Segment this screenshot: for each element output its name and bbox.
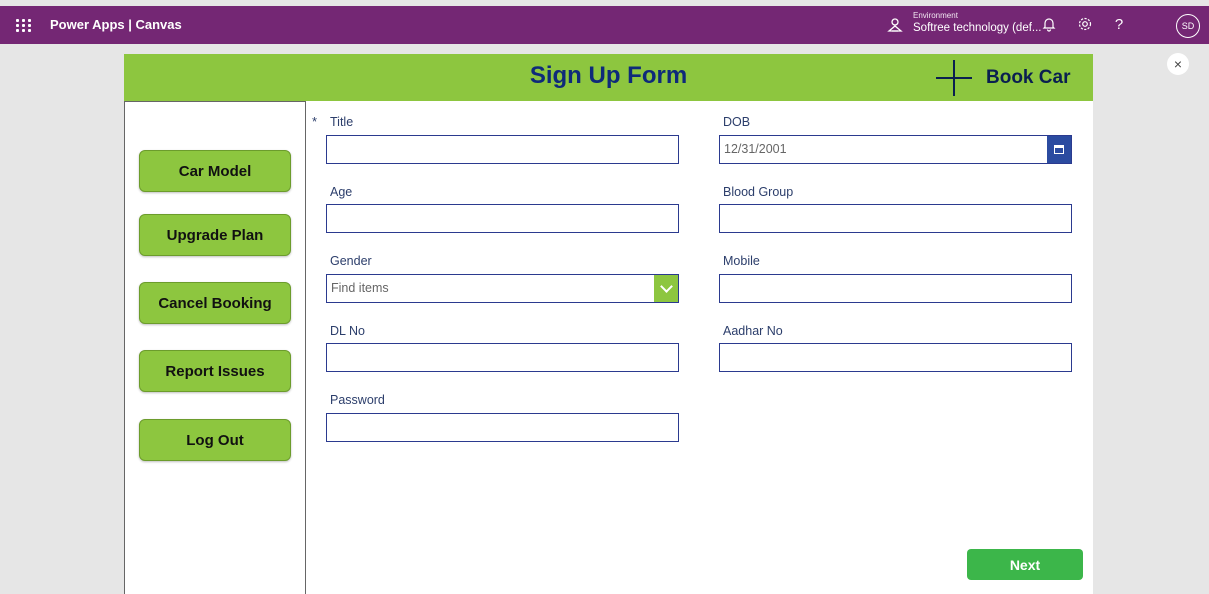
- sidebar: Car Model Upgrade Plan Cancel Booking Re…: [124, 101, 306, 594]
- gender-label: Gender: [330, 254, 372, 268]
- book-car-button[interactable]: Book Car: [936, 60, 1070, 96]
- dob-field[interactable]: 12/31/2001: [719, 135, 1072, 164]
- top-bar: Power Apps | Canvas Environment Softree …: [0, 6, 1209, 44]
- close-icon[interactable]: ×: [1167, 53, 1189, 75]
- blood-group-label: Blood Group: [723, 185, 794, 199]
- age-label: Age: [330, 185, 353, 199]
- aadhar-no-field[interactable]: [719, 343, 1072, 372]
- required-marker: *: [312, 114, 318, 129]
- environment-picker[interactable]: Environment Softree technology (def...: [913, 11, 1043, 35]
- gear-icon[interactable]: [1076, 15, 1094, 33]
- waffle-icon[interactable]: [14, 15, 34, 35]
- password-field[interactable]: [326, 413, 679, 442]
- mobile-label: Mobile: [723, 254, 760, 268]
- bell-icon[interactable]: [1040, 15, 1058, 33]
- app-canvas: Sign Up Form Book Car Car Model Upgrade …: [124, 54, 1093, 594]
- chevron-down-icon[interactable]: [654, 275, 678, 302]
- environment-icon[interactable]: [887, 17, 903, 33]
- dob-value: 12/31/2001: [724, 142, 787, 156]
- book-car-label: Book Car: [986, 67, 1071, 88]
- title-label: Title: [330, 115, 354, 129]
- gender-dropdown[interactable]: Find items: [326, 274, 679, 303]
- environment-label: Environment: [913, 11, 958, 20]
- car-model-button[interactable]: Car Model: [139, 150, 291, 192]
- mobile-field[interactable]: [719, 274, 1072, 303]
- plus-icon: [936, 60, 972, 96]
- title-field[interactable]: [326, 135, 679, 164]
- form-banner: Sign Up Form Book Car: [124, 54, 1093, 101]
- password-label: Password: [330, 393, 385, 407]
- avatar[interactable]: SD: [1176, 14, 1200, 38]
- report-issues-button[interactable]: Report Issues: [139, 350, 291, 392]
- dl-no-field[interactable]: [326, 343, 679, 372]
- next-button[interactable]: Next: [967, 549, 1083, 580]
- calendar-icon[interactable]: [1047, 136, 1071, 163]
- environment-name: Softree technology (def...: [913, 22, 1042, 34]
- app-title: Power Apps | Canvas: [50, 17, 182, 32]
- log-out-button[interactable]: Log Out: [139, 419, 291, 461]
- upgrade-plan-button[interactable]: Upgrade Plan: [139, 214, 291, 256]
- dl-no-label: DL No: [330, 324, 365, 338]
- dob-label: DOB: [723, 115, 751, 129]
- aadhar-no-label: Aadhar No: [723, 324, 783, 338]
- blood-group-field[interactable]: [719, 204, 1072, 233]
- gender-placeholder: Find items: [331, 281, 389, 295]
- help-icon[interactable]: ?: [1110, 15, 1128, 33]
- cancel-booking-button[interactable]: Cancel Booking: [139, 282, 291, 324]
- age-field[interactable]: [326, 204, 679, 233]
